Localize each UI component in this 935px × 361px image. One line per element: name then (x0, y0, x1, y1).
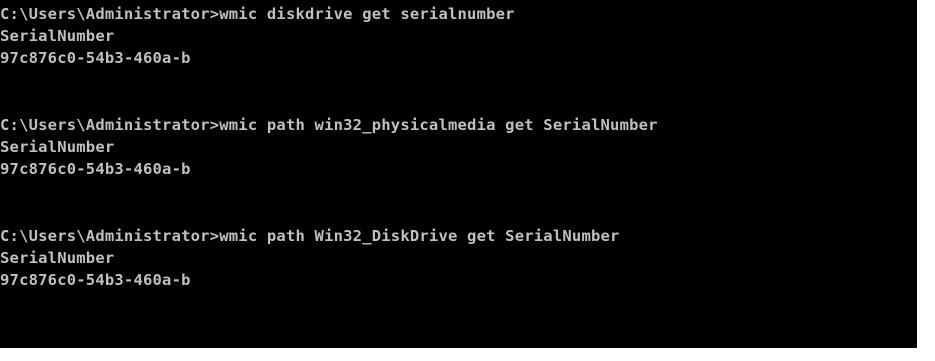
console-window[interactable]: C:\Users\Administrator>wmic diskdrive ge… (0, 0, 917, 348)
output-header: SerialNumber (0, 249, 115, 268)
console-output: C:\Users\Administrator>wmic diskdrive ge… (0, 3, 917, 291)
output-serial-value: 97c876c0-54b3-460a-b (0, 271, 191, 290)
output-serial-value: 97c876c0-54b3-460a-b (0, 160, 191, 179)
command-line-physicalmedia: C:\Users\Administrator>wmic path win32_p… (0, 115, 658, 134)
output-serial-value: 97c876c0-54b3-460a-b (0, 49, 191, 68)
output-header: SerialNumber (0, 138, 115, 157)
output-header: SerialNumber (0, 27, 115, 46)
command-line-win32-diskdrive: C:\Users\Administrator>wmic path Win32_D… (0, 226, 620, 245)
command-line-diskdrive: C:\Users\Administrator>wmic diskdrive ge… (0, 5, 515, 23)
